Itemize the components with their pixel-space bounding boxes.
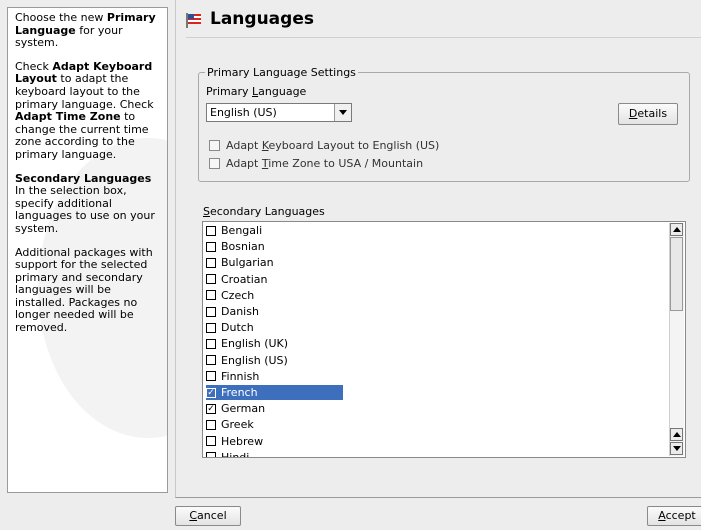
list-item-label: Hebrew (221, 434, 264, 448)
list-item-label: Dutch (221, 321, 254, 335)
checkbox-icon[interactable] (206, 452, 216, 457)
list-item[interactable]: Bosnian (206, 239, 343, 254)
list-item-label: Greek (221, 418, 254, 432)
scroll-down-icon[interactable] (670, 442, 683, 455)
title-row: Languages (186, 6, 314, 32)
list-item-label: Bulgarian (221, 256, 274, 270)
cancel-button[interactable]: Cancel (175, 506, 241, 526)
secondary-languages-label: Secondary Languages (203, 205, 325, 218)
checkbox-icon[interactable] (206, 419, 216, 430)
accept-button[interactable]: Accept (647, 506, 701, 526)
title-separator (186, 37, 701, 38)
list-item-label: English (US) (221, 353, 288, 367)
list-item[interactable]: Hindi (206, 450, 343, 458)
checkbox-icon[interactable] (206, 274, 216, 285)
list-item[interactable]: Bengali (206, 223, 343, 238)
list-item[interactable]: Hebrew (206, 434, 343, 449)
scroll-up-icon[interactable] (670, 428, 683, 441)
scroll-thumb[interactable] (670, 237, 683, 311)
list-item-label: Czech (221, 288, 255, 302)
list-item-label: Danish (221, 305, 259, 318)
list-item-label: Hindi (221, 450, 250, 458)
checkbox-icon[interactable] (206, 436, 216, 447)
list-item[interactable]: Dutch (206, 320, 343, 335)
checkbox-icon[interactable] (206, 241, 216, 252)
list-item-label: English (UK) (221, 337, 289, 351)
checked-box-icon[interactable]: ✓ (206, 387, 216, 398)
checkbox-icon[interactable] (209, 158, 220, 169)
list-item-label: French (221, 386, 258, 399)
checked-box-icon[interactable]: ✓ (206, 403, 216, 414)
list-item[interactable]: English (UK) (206, 336, 343, 351)
checkbox-icon[interactable] (206, 306, 216, 317)
adapt-timezone-checkbox[interactable]: Adapt Time Zone to USA / Mountain (209, 157, 423, 170)
list-item-label: Bengali (221, 224, 263, 237)
main-panel: Languages Primary Language Settings Prim… (175, 0, 701, 498)
list-item[interactable]: ✓ German (206, 401, 343, 416)
list-item[interactable]: Croatian (206, 272, 343, 287)
help-paragraph-packages: Additional packages with support for the… (15, 245, 153, 335)
checkbox-icon[interactable] (206, 371, 216, 382)
primary-group-label: Primary Language Settings (205, 66, 358, 79)
list-item[interactable]: Bulgarian (206, 255, 343, 270)
checkbox-icon[interactable] (206, 257, 216, 268)
list-item[interactable]: English (US) (206, 353, 343, 368)
adapt-keyboard-checkbox[interactable]: Adapt Keyboard Layout to English (US) (209, 139, 439, 152)
primary-language-label: Primary Language (206, 85, 307, 98)
language-flag-icon (186, 12, 202, 28)
list-item[interactable]: Czech (206, 288, 343, 303)
primary-language-value: English (US) (210, 106, 277, 119)
list-item-label: Croatian (221, 272, 268, 286)
list-item-label: Bosnian (221, 240, 265, 254)
checkbox-icon[interactable] (206, 338, 216, 349)
checkbox-icon[interactable] (206, 225, 216, 236)
checkbox-icon[interactable] (209, 140, 220, 151)
scrollbar[interactable] (669, 223, 684, 456)
primary-language-group: Primary Language Settings Primary Langua… (198, 66, 690, 182)
secondary-languages-list[interactable]: Bengali Bosnian Bulgarian Croatian Czech Dani… (202, 221, 686, 458)
help-panel: Choose the new Primary Language for your… (7, 7, 168, 493)
list-item-label: Finnish (221, 369, 260, 383)
page-title: Languages (210, 9, 314, 29)
chevron-down-icon[interactable] (334, 104, 351, 121)
list-item[interactable]: ✓ French (206, 385, 343, 400)
checkbox-icon[interactable] (206, 290, 216, 301)
help-paragraph-secondary: Secondary Languages In the selection box,… (15, 171, 155, 235)
help-paragraph-adapt: Check Adapt Keyboard Layout to adapt the… (15, 59, 154, 161)
primary-language-select[interactable]: English (US) (206, 103, 352, 122)
scroll-up-icon[interactable] (670, 223, 683, 236)
list-item[interactable]: Finnish (206, 369, 343, 384)
list-item[interactable]: Danish (206, 304, 343, 319)
checkbox-icon[interactable] (206, 355, 216, 366)
list-item-label: German (221, 402, 266, 416)
help-paragraph-primary: Choose the new Primary Language for your… (15, 11, 156, 50)
checkbox-icon[interactable] (206, 322, 216, 333)
list-item[interactable]: Greek (206, 417, 343, 432)
details-button[interactable]: Details (618, 103, 678, 125)
